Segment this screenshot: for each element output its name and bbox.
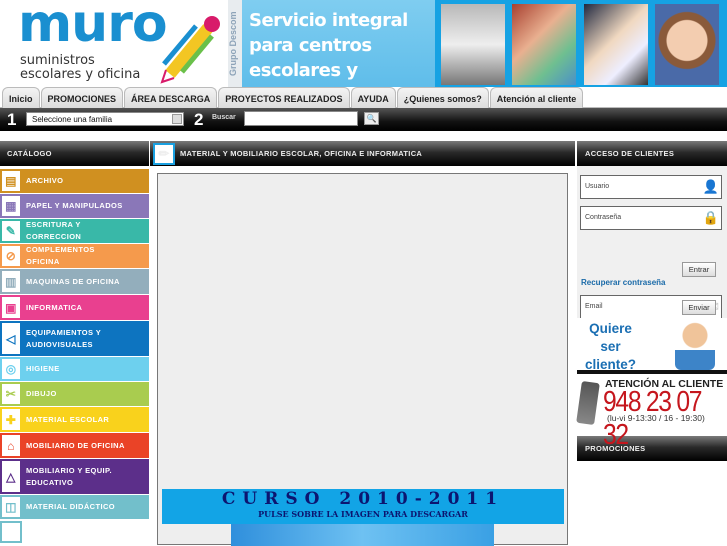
logo-text: muro <box>18 0 168 54</box>
category-icon: ▦ <box>0 194 22 218</box>
catalog-item[interactable]: ▣ INFORMATICA <box>0 295 149 321</box>
banner-text: Servicio integral para centros escolares… <box>242 0 435 106</box>
catalog-item-label: ARCHIVO <box>26 176 64 185</box>
content-area: CURSO 2010-2011 PULSE SOBRE LA IMAGEN PA… <box>157 173 568 546</box>
header-banner: Servicio integral para centros escolares… <box>242 0 727 106</box>
category-icon: ◁ <box>0 321 22 356</box>
step-2-label: 2 <box>194 110 204 129</box>
username-field[interactable]: Usuario 👤 <box>580 175 722 199</box>
catalog-item[interactable]: ◎ HIGIENE <box>0 357 149 382</box>
category-icon: ▣ <box>0 295 22 320</box>
category-icon: △ <box>0 459 22 494</box>
search-input[interactable] <box>244 111 358 126</box>
category-icon: ◫ <box>0 495 22 519</box>
become-client-text: Quiere ser cliente? <box>584 321 636 372</box>
catalog-item-label: PAPEL Y MANIPULADOS <box>26 201 123 210</box>
support-hours: (lu-vi 9-13:30 / 16 - 19:30) <box>607 413 705 423</box>
catalog-item-label: MATERIAL ESCOLAR <box>26 414 110 424</box>
catalog-item[interactable]: ▥ MAQUINAS DE OFICINA <box>0 269 149 295</box>
recover-password-link[interactable]: Recuperar contraseña <box>581 278 665 287</box>
catalog-item[interactable]: ▦ PAPEL Y MANIPULADOS <box>0 194 149 219</box>
catalog-item[interactable]: ✂ DIBUJO <box>0 382 149 407</box>
catalog-item-label: DIBUJO <box>26 389 57 398</box>
category-icon: ⊘ <box>0 244 22 268</box>
category-icon: ⌂ <box>0 433 22 458</box>
user-icon: 👤 <box>702 179 719 194</box>
course-banner[interactable]: CURSO 2010-2011 PULSE SOBRE LA IMAGEN PA… <box>162 489 564 524</box>
login-form: Usuario 👤 Contraseña 🔒 Entrar Recuperar co… <box>577 166 727 319</box>
catalog-item-label: MATERIAL DIDÁCTICO <box>26 502 116 511</box>
catalog-item[interactable]: ⊘ COMPLEMENTOS OFICINA <box>0 244 149 269</box>
client-sidebar: ACCESO DE CLIENTES Usuario 👤 Contraseña 🔒 … <box>576 141 727 461</box>
catalog-item-label: COMPLEMENTOS OFICINA <box>26 245 95 266</box>
tab-promociones[interactable]: PROMOCIONES <box>40 87 124 108</box>
catalog-item-label: ESCRITURA Y CORRECCION <box>26 220 82 241</box>
course-subtitle: PULSE SOBRE LA IMAGEN PARA DESCARGAR <box>258 509 468 519</box>
photo-child-drawing <box>512 4 576 85</box>
tab-proyectos[interactable]: PROYECTOS REALIZADOS <box>218 87 350 108</box>
pencil-icon <box>160 16 220 84</box>
main-title: MATERIAL Y MOBILIARIO ESCOLAR, OFICINA E… <box>180 149 423 158</box>
catalog-title: CATÁLOGO <box>0 141 149 166</box>
become-client-banner[interactable]: Quiere ser cliente? <box>577 318 727 374</box>
catalog-item-label: MAQUINAS DE OFICINA <box>26 276 120 286</box>
clients-title: ACCESO DE CLIENTES <box>577 141 727 166</box>
search-label: Buscar <box>212 114 236 121</box>
catalog-item-label: EQUIPAMIENTOS Y AUDIOVISUALES <box>26 327 102 349</box>
group-label: Grupo Descom <box>228 0 242 87</box>
tab-area-descarga[interactable]: ÁREA DESCARGA <box>124 87 218 108</box>
main-nav: Inicio PROMOCIONES ÁREA DESCARGA PROYECT… <box>0 87 727 108</box>
login-button[interactable]: Entrar <box>682 262 716 277</box>
password-field[interactable]: Contraseña 🔒 <box>580 206 722 230</box>
tab-atencion[interactable]: Atención al cliente <box>489 87 584 108</box>
tab-inicio[interactable]: Inicio <box>2 87 40 108</box>
send-button[interactable]: Enviar <box>682 300 716 315</box>
search-toolbar: 1 Seleccione una familia 2 Buscar 🔍 <box>0 108 727 131</box>
chevron-down-icon <box>172 114 182 124</box>
pencils-icon: ✏ <box>153 143 175 165</box>
catalog-item-label: MOBILIARIO Y EQUIP. EDUCATIVO <box>26 465 112 487</box>
search-icon: 🔍 <box>366 114 377 123</box>
photo-kid-paint <box>655 4 719 85</box>
main-title-bar: ✏ MATERIAL Y MOBILIARIO ESCOLAR, OFICINA … <box>150 141 575 166</box>
catalog-item[interactable]: ▤ ARCHIVO <box>0 169 149 194</box>
photo-office-team <box>441 4 505 85</box>
family-select-value: Seleccione una familia <box>32 115 113 124</box>
catalog-item[interactable]: ✚ MATERIAL ESCOLAR <box>0 407 149 433</box>
category-icon: ✂ <box>0 382 22 406</box>
photo-business <box>584 4 648 85</box>
catalog-item-label: MOBILIARIO DE OFICINA <box>26 440 125 450</box>
catalog-item[interactable]: △ MOBILIARIO Y EQUIP. EDUCATIVO <box>0 459 149 495</box>
main-panel: ✏ MATERIAL Y MOBILIARIO ESCOLAR, OFICINA … <box>150 141 575 166</box>
catalog-item[interactable]: ◫ MATERIAL DIDÁCTICO <box>0 495 149 520</box>
password-placeholder: Contraseña <box>585 214 622 221</box>
catalog-item-label: INFORMATICA <box>26 302 83 312</box>
lock-icon: 🔒 <box>702 210 719 225</box>
category-icon: ✚ <box>0 407 22 432</box>
catalog-item-label: HIGIENE <box>26 364 60 373</box>
family-select[interactable]: Seleccione una familia <box>26 112 184 126</box>
category-icon: ◎ <box>0 357 22 381</box>
person-icon <box>675 322 715 370</box>
category-icon: ▥ <box>0 269 22 294</box>
catalog-item[interactable]: ✎ ESCRITURA Y CORRECCION <box>0 219 149 244</box>
tab-ayuda[interactable]: AYUDA <box>350 87 396 108</box>
search-button[interactable]: 🔍 <box>364 112 379 125</box>
category-icon: ✎ <box>0 219 22 243</box>
support-box: ATENCIÓN AL CLIENTE 948 23 07 32 (lu-vi … <box>576 376 727 451</box>
catalog-item[interactable]: ◁ EQUIPAMIENTOS Y AUDIOVISUALES <box>0 321 149 357</box>
course-title: CURSO 2010-2011 <box>221 489 505 509</box>
step-1-label: 1 <box>7 110 17 129</box>
catalog-item[interactable]: ⌂ MOBILIARIO DE OFICINA <box>0 433 149 459</box>
category-icon: ▤ <box>0 169 22 193</box>
phone-icon <box>576 380 600 426</box>
email-placeholder: Email <box>585 303 603 310</box>
catalog-sidebar: CATÁLOGO ▤ ARCHIVO ▦ PAPEL Y MANIPULADOS ✎ ES… <box>0 141 149 543</box>
tab-quienes-somos[interactable]: ¿Quienes somos? <box>396 87 489 108</box>
logo[interactable]: muro suministros escolares y oficina <box>0 0 228 87</box>
logo-subtitle: suministros escolares y oficina <box>20 53 141 82</box>
catalog-download-image[interactable] <box>231 524 494 546</box>
username-placeholder: Usuario <box>585 183 610 190</box>
car-icon <box>0 521 22 543</box>
